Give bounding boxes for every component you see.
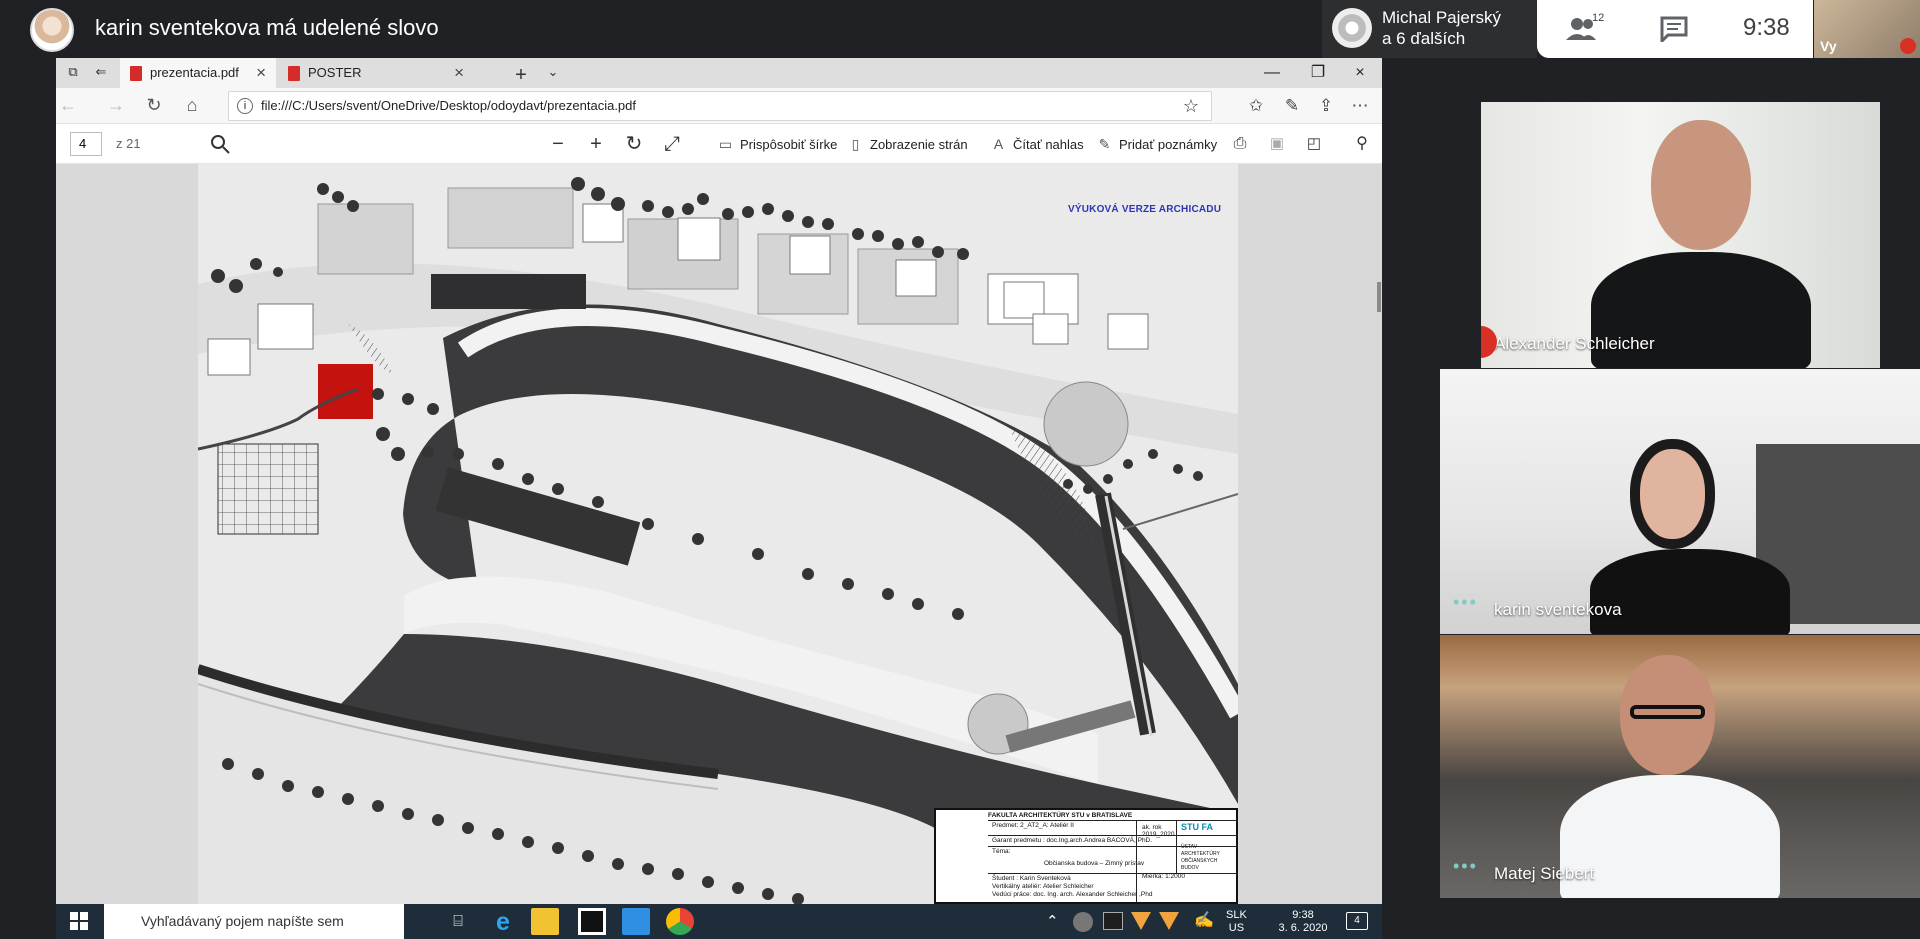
fit-width-button[interactable]: ▭ Prispôsobiť šírke [716, 124, 837, 164]
participant-tile-alexander[interactable]: Alexander Schleicher [1481, 102, 1880, 368]
favorite-star-icon[interactable]: ☆ [1183, 92, 1199, 120]
tab-actions-icon[interactable]: ⧉ [64, 64, 82, 82]
title-block-line [988, 835, 1238, 836]
add-notes-button[interactable]: ✎ Pridať poznámky [1095, 124, 1217, 164]
stu-logo: STU FA [1181, 822, 1214, 832]
meet-controls: 12 9:38 [1537, 0, 1813, 58]
file-explorer-icon[interactable] [531, 908, 559, 935]
tray-app-icon[interactable] [1131, 912, 1151, 930]
participant-avatar [1332, 8, 1372, 48]
speaking-indicator-icon: ••• [1453, 592, 1478, 612]
archicad-watermark: VÝUKOVÁ VERZE ARCHICADU [1068, 204, 1222, 215]
edge-browser-icon[interactable]: e [489, 908, 517, 936]
title-block-divider [1136, 820, 1137, 902]
back-icon[interactable]: ← [56, 95, 80, 117]
tab-prezentacia[interactable]: prezentacia.pdf × [120, 58, 276, 88]
forward-icon[interactable]: → [104, 95, 128, 117]
presenter-avatar [30, 8, 74, 52]
more-menu-icon[interactable]: ⋯ [1346, 92, 1374, 120]
rotate-icon[interactable]: ↻ [619, 129, 649, 159]
tray-app-icon[interactable] [1073, 912, 1093, 932]
vertical-scrollbar[interactable] [1377, 282, 1381, 312]
refresh-icon[interactable]: ↻ [142, 95, 166, 117]
participant-tile-matej[interactable]: Matej Siebert ••• [1440, 635, 1920, 898]
pdf-page: VÝUKOVÁ VERZE ARCHICADU FAKULTA ARCHITEK… [198, 164, 1238, 904]
windows-start-icon[interactable] [70, 912, 88, 930]
drawing-title-block: FAKULTA ARCHITEKTÚRY STU v BRATISLAVE Pr… [934, 808, 1238, 904]
pdf-file-icon [288, 66, 300, 81]
search-icon[interactable] [208, 132, 232, 156]
favorites-icon[interactable]: ✩ [1242, 92, 1270, 120]
other-participants-chip[interactable]: Michal Pajerský a 6 ďalších [1322, 0, 1537, 58]
url-input[interactable]: i file:///C:/Users/svent/OneDrive/Deskto… [228, 91, 1212, 121]
tab-list-chevron-icon[interactable]: ⌄ [544, 64, 562, 82]
address-bar-row: ← → ↻ ⌂ i file:///C:/Users/svent/OneDriv… [56, 88, 1382, 124]
share-icon[interactable]: ⇪ [1312, 92, 1340, 120]
fit-width-icon: ▭ [718, 136, 733, 152]
mail-icon[interactable] [622, 908, 650, 935]
tray-app-icon[interactable] [1159, 912, 1179, 930]
zoom-out-icon[interactable]: − [543, 129, 573, 159]
title-block-line [988, 873, 1238, 874]
participant-tile-karin[interactable]: karin sventekova ••• [1440, 369, 1920, 634]
close-tab-icon[interactable]: × [454, 58, 464, 88]
tray-chevron-icon[interactable]: ⌃ [1046, 914, 1059, 929]
page-view-button[interactable]: ▯ Zobrazenie strán [846, 124, 968, 164]
tab-poster[interactable]: POSTER SVENTEKOVÁ.pdf × [278, 58, 474, 110]
browser-tab-bar: ⧉ ⇐ prezentacia.pdf × POSTER SVENTEKOVÁ.… [56, 58, 1382, 110]
read-aloud-icon: A [993, 136, 1004, 152]
save-as-icon[interactable]: ◰ [1299, 129, 1329, 159]
chat-icon[interactable] [1660, 16, 1688, 42]
windows-taskbar: Vyhľadávaný pojem napíšte sem ⌸ e ⌃ ✍ SL… [56, 904, 1382, 939]
participant-count: 12 [1592, 12, 1605, 24]
read-aloud-button[interactable]: A Čítať nahlas [989, 124, 1084, 164]
pen-workspace-icon[interactable]: ✍ [1194, 913, 1214, 929]
print-icon[interactable]: ⎙ [1225, 129, 1255, 159]
title-block-line [988, 820, 1238, 821]
pdf-viewport[interactable]: VÝUKOVÁ VERZE ARCHICADU FAKULTA ARCHITEK… [56, 164, 1382, 904]
urban-site-plan [198, 164, 1238, 904]
pen-icon: ✎ [1098, 136, 1111, 152]
other-participants-label: Michal Pajerský a 6 ďalších [1382, 8, 1502, 48]
page-total: z 21 [116, 136, 141, 151]
restore-window-icon[interactable]: ❐ [1296, 58, 1340, 88]
pin-toolbar-icon[interactable]: ⚲ [1347, 129, 1377, 159]
self-preview: Vy [1814, 0, 1920, 58]
microphone-off-icon[interactable] [1900, 38, 1916, 54]
meet-top-bar: karin sventekova má udelené slovo Michal… [0, 0, 1920, 58]
save-icon[interactable]: ▣ [1262, 129, 1292, 159]
pdf-browser-window: ⧉ ⇐ prezentacia.pdf × POSTER SVENTEKOVÁ.… [56, 58, 1382, 904]
minimize-window-icon[interactable]: — [1250, 58, 1294, 88]
page-view-icon: ▯ [851, 136, 860, 152]
participants-panel: Alexander Schleicher karin sventekova ••… [1440, 102, 1920, 898]
pen-icon[interactable]: ✎ [1278, 92, 1306, 120]
notification-center-icon[interactable]: 4 [1346, 912, 1368, 930]
close-tab-icon[interactable]: × [256, 58, 266, 88]
title-block-divider [1176, 820, 1177, 873]
pdf-file-icon [130, 66, 142, 81]
close-window-icon[interactable]: × [1338, 58, 1382, 88]
pdf-toolbar: 4 z 21 − + ↻ ⤢ ▭ Prispôsobiť šírke ▯ Zobra… [56, 124, 1382, 164]
taskbar-search-input[interactable]: Vyhľadávaný pojem napíšte sem [104, 904, 404, 939]
title-block-line [988, 846, 1238, 847]
speaking-indicator-icon: ••• [1453, 856, 1478, 876]
self-label: Vy [1820, 38, 1837, 54]
tray-app-icon[interactable] [1103, 912, 1123, 930]
new-tab-icon[interactable]: + [512, 64, 530, 86]
home-icon[interactable]: ⌂ [180, 95, 204, 117]
store-icon[interactable] [578, 908, 606, 935]
chrome-icon[interactable] [666, 908, 694, 935]
info-icon[interactable]: i [237, 98, 253, 114]
task-view-icon[interactable]: ⌸ [444, 908, 472, 935]
taskbar-clock[interactable]: 9:38 3. 6. 2020 [1268, 909, 1338, 935]
presenter-status: karin sventekova má udelené slovo [95, 15, 439, 40]
meeting-clock: 9:38 [1743, 14, 1790, 41]
language-indicator[interactable]: SLK US [1226, 909, 1247, 935]
zoom-in-icon[interactable]: + [581, 129, 611, 159]
page-number-input[interactable]: 4 [70, 132, 102, 156]
fullscreen-icon[interactable]: ⤢ [657, 129, 687, 159]
set-tabs-aside-icon[interactable]: ⇐ [92, 64, 110, 82]
